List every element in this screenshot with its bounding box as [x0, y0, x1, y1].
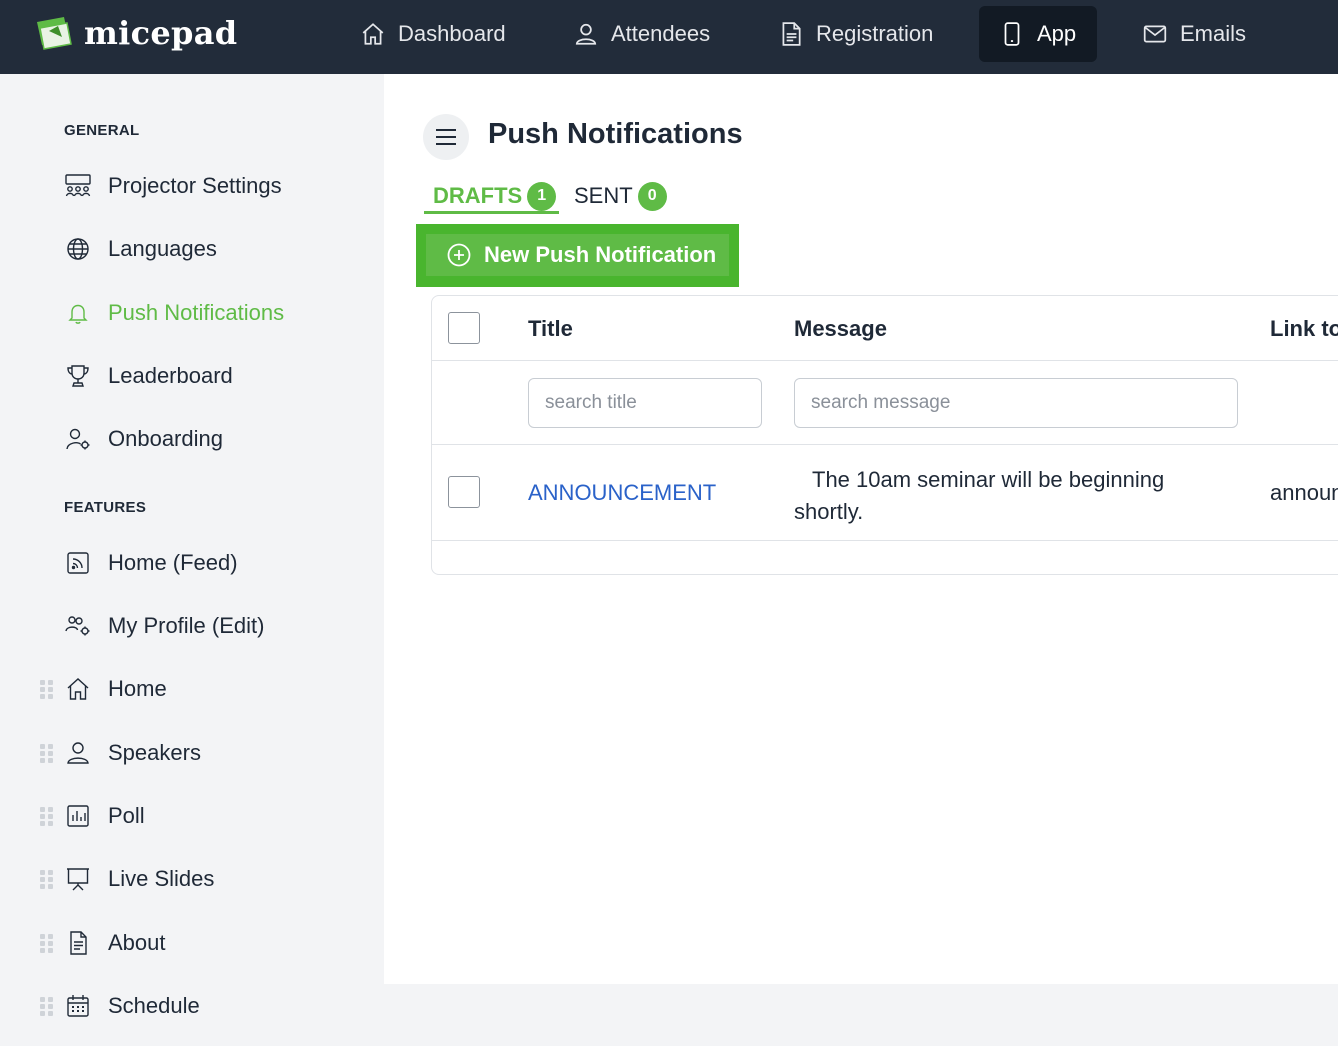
tab-drafts-label: DRAFTS	[433, 183, 523, 208]
row-title-link[interactable]: ANNOUNCEMENT	[528, 480, 716, 506]
drag-handle-icon[interactable]	[40, 743, 54, 763]
tab-sent[interactable]: SENT 0	[574, 178, 667, 214]
sidebar-item-leaderboard[interactable]: Leaderboard	[40, 356, 360, 396]
active-tab-indicator	[424, 211, 559, 214]
sidebar-item-home[interactable]: Home	[40, 669, 360, 709]
users-gear-icon	[65, 616, 90, 636]
sidebar-item-label: Speakers	[108, 740, 201, 765]
sidebar-item-label: Push Notifications	[108, 300, 285, 325]
sidebar-heading-general: GENERAL	[64, 122, 140, 139]
main-content: Push Notifications DRAFTS 1 SENT 0 New P…	[384, 74, 1338, 984]
nav-attendees-label: Attendees	[611, 21, 711, 46]
trophy-icon	[67, 365, 89, 387]
tab-drafts[interactable]: DRAFTS 1	[433, 178, 557, 214]
home-icon	[362, 23, 384, 45]
drag-handle-icon[interactable]	[40, 933, 54, 953]
sidebar-item-label: About	[108, 930, 166, 955]
column-header-title[interactable]: Title	[528, 316, 573, 342]
bar-chart-icon	[67, 805, 89, 827]
drag-handle-icon[interactable]	[40, 996, 54, 1016]
footer-area	[384, 984, 1338, 1046]
user-icon	[575, 23, 597, 45]
sidebar-item-label: Home	[108, 676, 167, 701]
sidebar: GENERAL Projector Settings Languages Pus…	[0, 74, 384, 1046]
select-all-checkbox[interactable]	[448, 312, 480, 344]
sidebar-item-push-notifications[interactable]: Push Notifications	[40, 293, 360, 333]
sidebar-item-live-slides[interactable]: Live Slides	[40, 859, 360, 899]
user-icon	[67, 742, 89, 764]
new-push-notification-button[interactable]: New Push Notification	[426, 234, 729, 276]
bell-icon	[68, 304, 88, 324]
drafts-count-badge: 1	[527, 181, 557, 211]
drag-handle-icon[interactable]	[40, 806, 54, 826]
home-icon	[67, 678, 89, 700]
search-message-input[interactable]	[794, 378, 1238, 428]
row-link: announ	[1270, 480, 1338, 505]
plus-circle-icon	[447, 243, 471, 267]
phone-icon	[1004, 22, 1020, 46]
nav-dashboard[interactable]: Dashboard	[340, 6, 526, 62]
hamburger-menu-icon	[436, 129, 456, 145]
sidebar-item-label: Onboarding	[108, 426, 223, 451]
nav-emails[interactable]: Emails	[1122, 6, 1266, 62]
app-logo[interactable]: micepad	[34, 14, 237, 52]
nav-dashboard-label: Dashboard	[398, 21, 506, 46]
tab-sent-label: SENT	[574, 183, 633, 208]
sent-count-badge: 0	[637, 181, 667, 211]
sidebar-item-languages[interactable]: Languages	[40, 229, 360, 269]
filter-divider	[432, 444, 1338, 445]
nav-registration[interactable]: Registration	[758, 6, 953, 62]
sidebar-item-poll[interactable]: Poll	[40, 796, 360, 836]
micepad-logo-icon	[34, 14, 74, 52]
search-title-input[interactable]	[528, 378, 762, 428]
globe-icon	[67, 238, 89, 260]
document-icon	[70, 931, 87, 955]
menu-toggle-button[interactable]	[423, 114, 469, 160]
row-message: The 10am seminar will be beginning short…	[794, 467, 1165, 524]
sidebar-item-label: Leaderboard	[108, 363, 233, 388]
sidebar-item-home-feed[interactable]: Home (Feed)	[40, 543, 360, 583]
sidebar-item-schedule[interactable]: Schedule	[40, 986, 360, 1026]
nav-app[interactable]: App	[979, 6, 1097, 62]
sidebar-item-label: Home (Feed)	[108, 550, 238, 575]
sidebar-item-label: Projector Settings	[108, 173, 282, 198]
drag-handle-icon[interactable]	[40, 679, 54, 699]
sidebar-item-label: Live Slides	[108, 866, 215, 891]
sidebar-item-label: My Profile (Edit)	[108, 613, 265, 638]
sidebar-heading-features: FEATURES	[64, 499, 147, 516]
sidebar-item-onboarding[interactable]: Onboarding	[40, 419, 360, 459]
document-icon	[782, 22, 801, 46]
sidebar-item-label: Poll	[108, 803, 145, 828]
sidebar-item-label: Languages	[108, 236, 217, 261]
top-navbar: micepad Dashboard Attendees Registration…	[0, 0, 1338, 74]
sidebar-item-my-profile[interactable]: My Profile (Edit)	[40, 606, 360, 646]
nav-app-label: App	[1037, 21, 1077, 46]
sidebar-item-label: Schedule	[108, 993, 200, 1018]
calendar-icon	[67, 995, 89, 1017]
header-divider	[432, 360, 1338, 361]
sidebar-item-projector-settings[interactable]: Projector Settings	[40, 166, 360, 206]
mail-icon	[1143, 25, 1167, 43]
presentation-icon	[67, 868, 89, 891]
user-gear-icon	[66, 428, 90, 450]
app-name: micepad	[84, 14, 238, 52]
sidebar-item-speakers[interactable]: Speakers	[40, 733, 360, 773]
people-group-icon	[65, 174, 91, 197]
column-header-message[interactable]: Message	[794, 316, 887, 342]
nav-emails-label: Emails	[1180, 21, 1247, 46]
row-checkbox[interactable]	[448, 476, 480, 508]
column-header-link[interactable]: Link to	[1270, 316, 1338, 342]
rss-icon	[67, 552, 89, 574]
row-divider	[432, 540, 1338, 541]
page-title: Push Notifications	[488, 118, 743, 150]
sidebar-item-about[interactable]: About	[40, 923, 360, 963]
notifications-table: Title Message Link to ANNOUNCEMENT The 1…	[431, 295, 1338, 575]
nav-registration-label: Registration	[816, 21, 934, 46]
drag-handle-icon[interactable]	[40, 869, 54, 889]
new-push-notification-label: New Push Notification	[484, 242, 717, 267]
nav-attendees[interactable]: Attendees	[553, 6, 730, 62]
